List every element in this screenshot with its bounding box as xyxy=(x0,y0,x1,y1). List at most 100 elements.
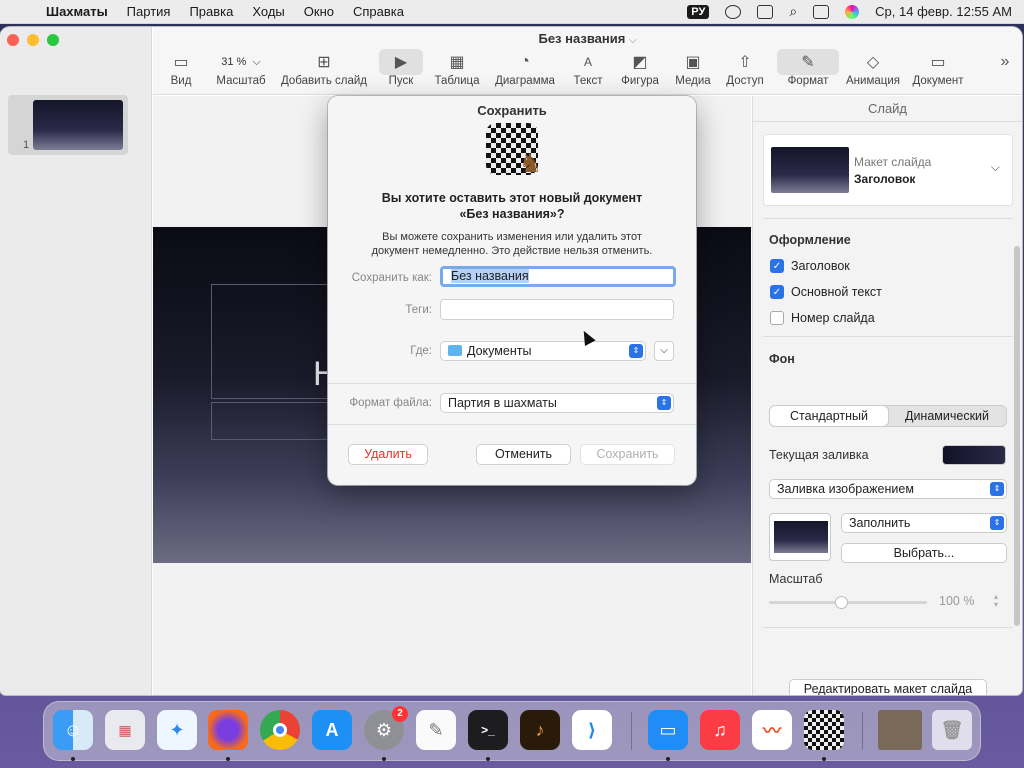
menu-moves[interactable]: Ходы xyxy=(252,4,284,19)
slide-thumbnail-selected[interactable]: 1 xyxy=(8,95,128,155)
control-center-icon[interactable] xyxy=(813,4,830,19)
expand-dialog-button[interactable]: ⌵ xyxy=(654,341,674,361)
garageband-icon[interactable]: ♪ xyxy=(520,710,560,750)
scale-value[interactable]: 100 % xyxy=(939,594,974,608)
chess-icon[interactable] xyxy=(804,710,844,750)
spotlight-search-icon[interactable]: ⌕ xyxy=(789,3,797,20)
checkbox-slide-number-box[interactable] xyxy=(770,311,784,325)
keynote-icon[interactable]: ▭ xyxy=(648,710,688,750)
zoom-window-button[interactable] xyxy=(47,34,59,46)
screen-mirroring-icon[interactable] xyxy=(757,4,774,19)
checkbox-slide-number[interactable]: Номер слайда xyxy=(770,311,875,325)
choose-image-button[interactable]: Выбрать... xyxy=(841,543,1007,563)
toolbar-text[interactable]: A Текст xyxy=(567,49,609,87)
freeform-icon[interactable]: 〰 xyxy=(752,710,792,750)
minimize-window-button[interactable] xyxy=(27,34,39,46)
toolbar-overflow[interactable]: » xyxy=(995,49,1015,75)
where-select[interactable]: Документы ⇕ xyxy=(440,341,646,361)
siri-icon[interactable] xyxy=(845,4,860,19)
finder-icon[interactable]: ☺ xyxy=(53,710,93,750)
fill-type-select[interactable]: Заливка изображением ⇕ xyxy=(769,479,1007,499)
menu-game[interactable]: Партия xyxy=(127,4,171,19)
checkbox-title[interactable]: ✓ Заголовок xyxy=(770,259,850,273)
toolbar-format[interactable]: ✎ Формат xyxy=(777,49,839,87)
add-slide-icon: ⊞ xyxy=(317,54,331,71)
inspector-scrollbar[interactable] xyxy=(1014,246,1020,626)
segment-dynamic[interactable]: Динамический xyxy=(888,406,1006,426)
toolbar-zoom[interactable]: 31 % ⌵ Масштаб xyxy=(211,49,271,88)
document-icon: ▭ xyxy=(930,54,946,71)
select-arrows-icon: ⇕ xyxy=(990,516,1004,530)
image-well[interactable] xyxy=(769,513,831,561)
input-source-indicator[interactable]: РУ xyxy=(687,4,710,19)
toolbar-play[interactable]: ▶ Пуск xyxy=(379,49,423,87)
scale-slider[interactable] xyxy=(769,596,927,609)
edit-slide-layout-button[interactable]: Редактировать макет слайда xyxy=(789,679,987,695)
text-box-icon: A xyxy=(583,55,592,69)
subtitle-placeholder[interactable] xyxy=(211,402,331,440)
save-button[interactable]: Сохранить xyxy=(580,444,675,465)
menu-bar: Шахматы Партия Правка Ходы Окно Справка … xyxy=(0,0,1024,24)
close-window-button[interactable] xyxy=(7,34,19,46)
running-indicator xyxy=(71,757,75,761)
toolbar-table[interactable]: ▦ Таблица xyxy=(433,49,481,87)
fill-mode-select[interactable]: Заполнить ⇕ xyxy=(841,513,1007,533)
menu-help[interactable]: Справка xyxy=(353,4,404,19)
checkbox-body-box[interactable]: ✓ xyxy=(770,285,784,299)
chevron-down-icon[interactable]: ⌵ xyxy=(991,160,1000,175)
appearance-heading: Оформление xyxy=(769,233,851,247)
delete-button[interactable]: Удалить xyxy=(348,444,428,465)
slide-layout-picker[interactable]: Макет слайда Заголовок ⌵ xyxy=(763,134,1013,206)
current-fill-swatch[interactable] xyxy=(942,445,1006,465)
checkbox-body[interactable]: ✓ Основной текст xyxy=(770,285,882,299)
tags-input[interactable] xyxy=(440,299,674,320)
music-icon[interactable]: ♫ xyxy=(700,710,740,750)
select-arrows-icon: ⇕ xyxy=(657,396,671,410)
checkbox-title-box[interactable]: ✓ xyxy=(770,259,784,273)
segment-standard[interactable]: Стандартный xyxy=(770,406,888,426)
play-icon: ▶ xyxy=(379,49,423,75)
divider xyxy=(763,218,1013,219)
toolbar-view[interactable]: ▭ Вид xyxy=(165,49,197,87)
menu-window[interactable]: Окно xyxy=(304,4,334,19)
now-playing-icon[interactable] xyxy=(725,4,742,19)
file-format-label: Формат файла: xyxy=(349,397,432,409)
terminal-icon[interactable]: >_ xyxy=(468,710,508,750)
launchpad-icon[interactable]: ▦ xyxy=(105,710,145,750)
safari-icon[interactable]: ✦ xyxy=(157,710,197,750)
zoom-value[interactable]: 31 % ⌵ xyxy=(215,52,267,72)
animate-icon: ◇ xyxy=(866,54,880,71)
tags-label: Теги: xyxy=(405,304,432,316)
toolbar-share[interactable]: ⇧ Доступ xyxy=(723,49,767,87)
shape-icon: ◩ xyxy=(632,54,648,71)
cancel-button[interactable]: Отменить xyxy=(476,444,571,465)
trash-icon[interactable]: 🗑 xyxy=(932,710,972,750)
vscode-icon[interactable]: ⟩ xyxy=(572,710,612,750)
textedit-icon[interactable]: ✎ xyxy=(416,710,456,750)
dock-separator xyxy=(631,712,632,750)
toolbar: Без названия ⌵ ▭ Вид 31 % ⌵ Масштаб ⊞ До… xyxy=(153,27,1022,95)
toolbar-document[interactable]: ▭ Документ xyxy=(909,49,967,87)
firefox-icon[interactable] xyxy=(208,710,248,750)
document-title[interactable]: Без названия ⌵ xyxy=(153,31,1022,46)
inspector-title: Слайд xyxy=(753,96,1022,122)
toolbar-add-slide[interactable]: ⊞ Добавить слайд xyxy=(279,49,369,87)
save-as-input[interactable]: Без названия xyxy=(440,266,676,287)
toolbar-media[interactable]: ▣ Медиа xyxy=(673,49,713,87)
app-store-icon[interactable]: A xyxy=(312,710,352,750)
scale-stepper[interactable]: ▴ ▾ xyxy=(994,593,998,609)
running-indicator xyxy=(822,757,826,761)
toolbar-animate[interactable]: ◇ Анимация xyxy=(843,49,903,87)
table-icon: ▦ xyxy=(449,54,465,71)
slide-thumbnail-image xyxy=(33,100,123,150)
menu-edit[interactable]: Правка xyxy=(189,4,233,19)
file-format-select[interactable]: Партия в шахматы ⇕ xyxy=(440,393,674,413)
menu-app[interactable]: Шахматы xyxy=(46,4,108,19)
chess-window-icon[interactable] xyxy=(878,710,922,750)
toolbar-chart[interactable]: ◔ Диаграмма xyxy=(492,49,558,87)
scale-slider-knob[interactable] xyxy=(835,596,848,609)
system-settings-icon[interactable]: ⚙ 2 xyxy=(364,706,408,750)
menu-clock[interactable]: Ср, 14 февр. 12:55 AM xyxy=(875,4,1012,19)
toolbar-shape[interactable]: ◩ Фигура xyxy=(617,49,663,87)
chrome-icon[interactable] xyxy=(260,710,300,750)
